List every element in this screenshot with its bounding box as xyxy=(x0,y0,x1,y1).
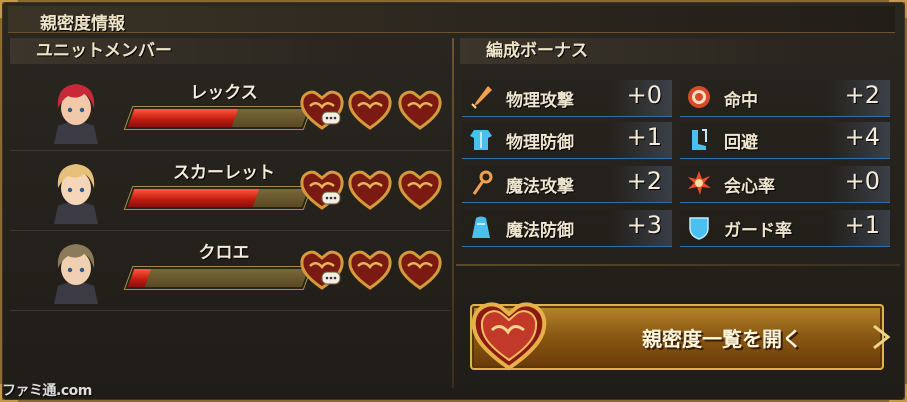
avatar xyxy=(44,78,108,144)
heart-chat-icon[interactable] xyxy=(300,90,344,130)
avatar xyxy=(44,238,108,304)
open-button-label: 親密度一覧を開く xyxy=(642,327,802,351)
heart-icon xyxy=(348,250,392,290)
member-row[interactable]: レックス xyxy=(10,72,450,151)
watermark: ファミ通.com xyxy=(2,383,92,399)
affinity-gauge-fill xyxy=(127,109,239,127)
title-bar: 親密度情報 xyxy=(8,6,895,34)
member-row[interactable]: クロエ xyxy=(10,232,450,311)
affinity-gauge xyxy=(123,266,313,290)
bonus-label: 会心率 xyxy=(724,177,775,197)
bonus-label: 物理防御 xyxy=(506,133,574,153)
window-title: 親密度情報 xyxy=(40,14,125,34)
member-row[interactable]: スカーレット xyxy=(10,152,450,231)
boots-icon xyxy=(692,129,707,150)
bonus-section-title: 編成ボーナス xyxy=(460,38,898,64)
bonus-value: +1 xyxy=(626,123,662,151)
member-name: レックス xyxy=(190,83,258,103)
members-section-title: ユニットメンバー xyxy=(10,38,450,64)
heart-chat-icon[interactable] xyxy=(300,170,344,210)
heart-icon xyxy=(471,302,547,371)
chevron-right-icon xyxy=(873,324,891,350)
heart-icon xyxy=(348,170,392,210)
bonus-item: 物理防御 +1 xyxy=(462,122,672,159)
frame-corner xyxy=(889,384,907,402)
member-name: スカーレット xyxy=(173,163,275,183)
bonus-item: 回避 +4 xyxy=(680,122,890,159)
bonus-value: +4 xyxy=(844,123,880,151)
bonus-value: +0 xyxy=(844,167,880,195)
affinity-gauge-empty xyxy=(231,109,309,127)
target-icon xyxy=(688,86,710,108)
bonus-item: 命中 +2 xyxy=(680,80,890,117)
affinity-gauge xyxy=(123,106,313,130)
sword-icon xyxy=(471,86,492,109)
bonus-value: +1 xyxy=(844,211,880,239)
heart-chat-icon[interactable] xyxy=(300,250,344,290)
bonus-item: 魔法攻撃 +2 xyxy=(462,166,672,203)
bonus-label: 魔法攻撃 xyxy=(506,177,574,197)
bonus-item: 会心率 +0 xyxy=(680,166,890,203)
critical-burst-icon xyxy=(688,171,711,195)
heart-icon xyxy=(398,170,442,210)
horizontal-divider xyxy=(456,264,900,266)
bonus-value: +3 xyxy=(626,211,662,239)
bonus-value: +2 xyxy=(844,81,880,109)
heart-icon xyxy=(398,250,442,290)
bonus-label: 物理攻撃 xyxy=(506,91,574,111)
bonus-label: ガード率 xyxy=(724,221,792,241)
bonus-item: ガード率 +1 xyxy=(680,210,890,247)
staff-icon xyxy=(472,170,493,195)
vertical-divider xyxy=(452,38,454,388)
heart-icon xyxy=(398,90,442,130)
robe-icon xyxy=(472,216,490,238)
armor-icon xyxy=(470,130,492,150)
avatar xyxy=(44,158,108,224)
affinity-gauge-fill xyxy=(127,189,260,207)
member-name: クロエ xyxy=(198,243,250,263)
bonus-label: 命中 xyxy=(724,91,758,111)
bonus-value: +2 xyxy=(626,167,662,195)
shield-icon xyxy=(689,217,709,240)
bonus-label: 魔法防御 xyxy=(506,221,574,241)
bonus-value: +0 xyxy=(626,81,662,109)
heart-icon xyxy=(348,90,392,130)
open-affinity-list-button[interactable]: 親密度一覧を開く xyxy=(470,302,891,371)
affinity-gauge-empty xyxy=(144,269,309,287)
affinity-gauge xyxy=(123,186,313,210)
bonus-item: 物理攻撃 +0 xyxy=(462,80,672,117)
bonus-item: 魔法防御 +3 xyxy=(462,210,672,247)
bonus-label: 回避 xyxy=(724,133,758,153)
